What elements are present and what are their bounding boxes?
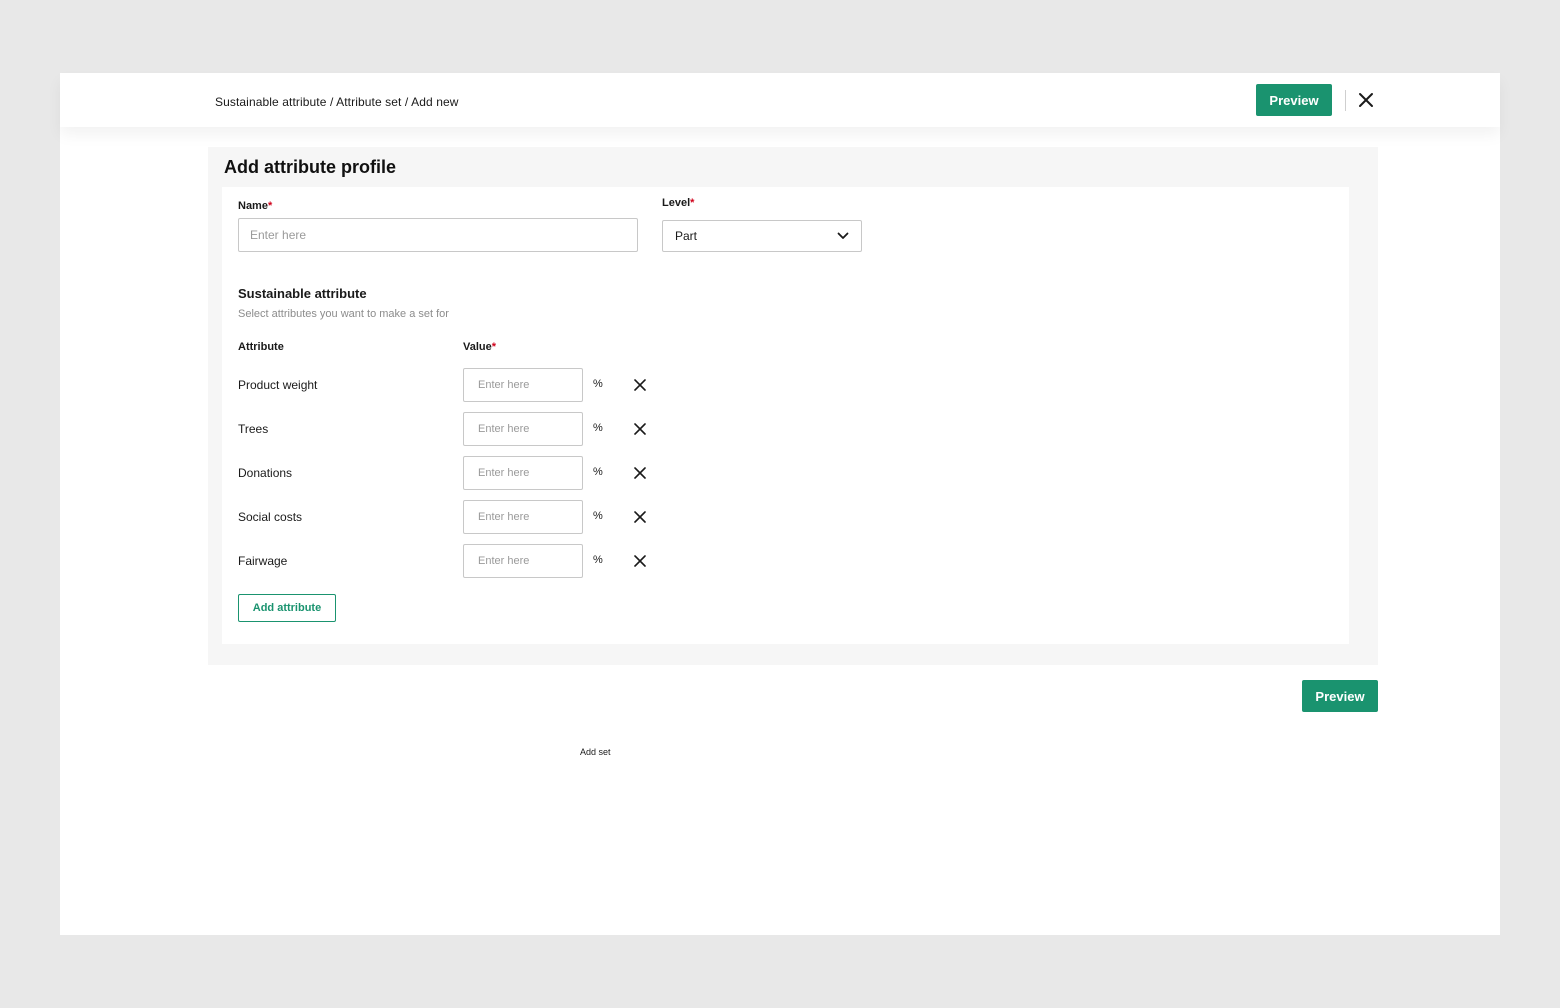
- attribute-value-input[interactable]: [463, 368, 583, 402]
- form-card: Name* Level* Part Sustainable attribute …: [222, 187, 1349, 644]
- remove-attribute-button[interactable]: [630, 507, 650, 527]
- section-title: Sustainable attribute: [238, 286, 367, 301]
- close-icon: [634, 555, 646, 567]
- required-mark: *: [491, 341, 497, 353]
- close-icon: [634, 379, 646, 391]
- attribute-value-input[interactable]: [463, 412, 583, 446]
- remove-attribute-button[interactable]: [630, 463, 650, 483]
- level-label: Level*: [662, 197, 694, 209]
- attribute-value-input[interactable]: [463, 544, 583, 578]
- preview-button[interactable]: Preview: [1256, 84, 1332, 116]
- attribute-value-input[interactable]: [463, 500, 583, 534]
- close-icon: [634, 423, 646, 435]
- percent-unit: %: [593, 422, 603, 434]
- add-set-link[interactable]: Add set: [580, 747, 611, 757]
- close-button[interactable]: [1356, 90, 1376, 110]
- attribute-value-input[interactable]: [463, 456, 583, 490]
- add-attribute-button[interactable]: Add attribute: [238, 594, 336, 622]
- level-selected-value: Part: [675, 229, 698, 243]
- remove-attribute-button[interactable]: [630, 375, 650, 395]
- attribute-row: Donations %: [222, 456, 722, 490]
- column-header-value-text: Value: [463, 341, 492, 353]
- percent-unit: %: [593, 554, 603, 566]
- required-mark: *: [267, 200, 273, 212]
- percent-unit: %: [593, 510, 603, 522]
- column-header-attribute: Attribute: [238, 341, 284, 353]
- column-header-value: Value*: [463, 341, 496, 353]
- attribute-name: Product weight: [238, 378, 318, 392]
- level-select[interactable]: Part: [662, 220, 862, 252]
- top-bar: Sustainable attribute / Attribute set / …: [60, 73, 1500, 127]
- attribute-name: Fairwage: [238, 554, 288, 568]
- level-label-text: Level: [662, 197, 691, 209]
- required-mark: *: [690, 197, 695, 209]
- app-frame: Sustainable attribute / Attribute set / …: [60, 73, 1500, 935]
- name-input[interactable]: [238, 218, 638, 252]
- percent-unit: %: [593, 378, 603, 390]
- attribute-row: Social costs %: [222, 500, 722, 534]
- attribute-row: Trees %: [222, 412, 722, 446]
- attribute-row: Product weight %: [222, 368, 722, 402]
- breadcrumb: Sustainable attribute / Attribute set / …: [215, 95, 459, 109]
- percent-unit: %: [593, 466, 603, 478]
- attribute-name: Social costs: [238, 510, 303, 524]
- form-panel: Add attribute profile Name* Level* Part …: [208, 147, 1378, 665]
- close-icon: [1359, 93, 1373, 107]
- page-title: Add attribute profile: [224, 157, 396, 177]
- remove-attribute-button[interactable]: [630, 419, 650, 439]
- preview-button-bottom[interactable]: Preview: [1302, 680, 1378, 712]
- close-icon: [634, 467, 646, 479]
- chevron-down-icon: [837, 232, 849, 239]
- attribute-name: Trees: [238, 422, 269, 436]
- attribute-row: Fairwage %: [222, 544, 722, 578]
- close-icon: [634, 511, 646, 523]
- remove-attribute-button[interactable]: [630, 551, 650, 571]
- section-subtitle: Select attributes you want to make a set…: [238, 308, 449, 320]
- divider: [1345, 90, 1346, 111]
- name-label: Name*: [238, 200, 272, 212]
- attribute-name: Donations: [238, 466, 293, 480]
- name-label-text: Name: [238, 200, 268, 212]
